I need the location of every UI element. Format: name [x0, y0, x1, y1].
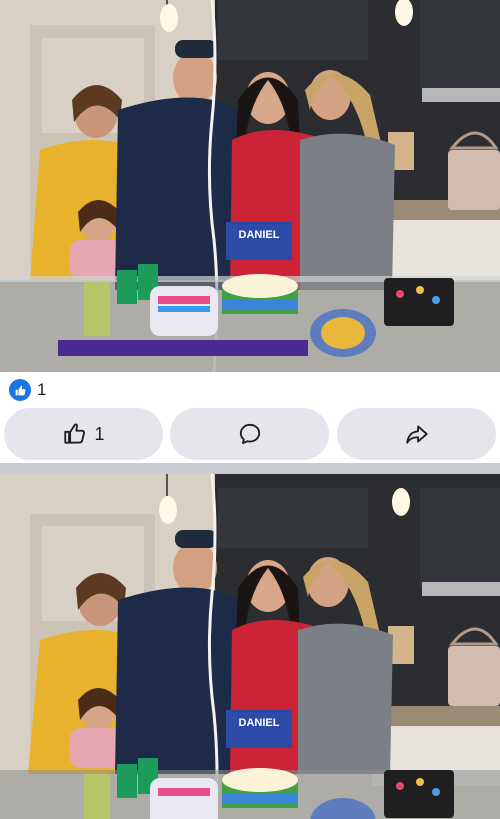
share-arrow-icon [405, 425, 428, 444]
comment-button[interactable] [170, 408, 329, 460]
post-photo[interactable]: DANIEL [0, 0, 500, 372]
like-count: 1 [94, 423, 105, 444]
thumbs-up-icon [15, 385, 26, 395]
photo-scene: DANIEL [0, 0, 500, 372]
reaction-count: 1 [37, 380, 47, 399]
share-button[interactable] [337, 408, 496, 460]
facebook-post-view: DANIEL 1 1 DANIEL [0, 0, 500, 819]
thumbs-up-icon [64, 423, 86, 444]
like-button[interactable]: 1 [4, 408, 163, 460]
comment-bubble-icon [239, 423, 260, 445]
photo-scene: DANIEL [0, 474, 500, 819]
feed-divider [0, 463, 500, 474]
reaction-summary[interactable]: 1 [0, 372, 500, 408]
cake-topper-text: DANIEL [239, 229, 280, 241]
like-reaction-icon [9, 379, 31, 401]
post-actions: 1 [0, 408, 500, 460]
cake-topper-text: DANIEL [239, 717, 280, 729]
post-photo[interactable]: DANIEL [0, 474, 500, 819]
